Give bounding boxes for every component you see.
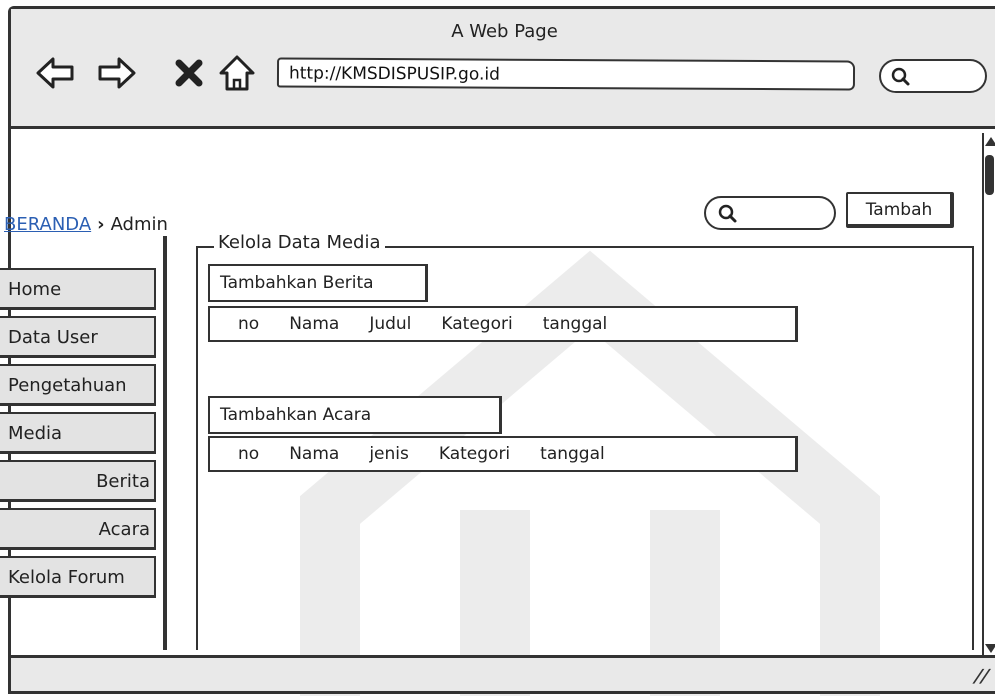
add-acara-button[interactable]: Tambahkan Acara bbox=[208, 396, 502, 434]
scroll-down-icon[interactable] bbox=[985, 644, 995, 653]
page: A Web Page http://KMSDISPUSIP.go.id // B… bbox=[0, 0, 995, 696]
resize-grip-icon[interactable]: // bbox=[971, 666, 992, 687]
panel-title: Kelola Data Media bbox=[214, 232, 385, 253]
window-title: A Web Page bbox=[451, 21, 558, 42]
scroll-up-icon[interactable] bbox=[985, 137, 995, 146]
column-header: Judul bbox=[369, 314, 412, 334]
sidebar-item-media[interactable]: Media bbox=[0, 412, 156, 454]
acara-table-header: no Nama jenis Kategori tanggal bbox=[208, 436, 798, 472]
column-header: Nama bbox=[289, 314, 340, 334]
sidebar: Home Data User Pengetahuan Media Berita … bbox=[0, 268, 168, 604]
search-icon bbox=[718, 204, 737, 223]
sidebar-item-home[interactable]: Home bbox=[0, 268, 156, 310]
browser-search-field[interactable] bbox=[879, 59, 987, 93]
address-bar[interactable]: http://KMSDISPUSIP.go.id bbox=[276, 57, 856, 91]
add-button[interactable]: Tambah bbox=[846, 192, 954, 228]
column-header: no bbox=[238, 314, 260, 334]
search-icon bbox=[891, 67, 910, 86]
browser-titlebar: A Web Page http://KMSDISPUSIP.go.id bbox=[11, 9, 995, 129]
home-icon[interactable] bbox=[217, 53, 257, 93]
close-icon[interactable] bbox=[169, 53, 209, 93]
vertical-scrollbar[interactable] bbox=[982, 133, 995, 657]
column-header: jenis bbox=[369, 444, 409, 464]
search-input[interactable] bbox=[704, 196, 836, 230]
column-header: Kategori bbox=[441, 314, 513, 334]
breadcrumb-current: Admin bbox=[110, 214, 168, 235]
arrow-right-icon[interactable] bbox=[97, 53, 137, 93]
column-header: tanggal bbox=[542, 314, 608, 334]
sidebar-item-pengetahuan[interactable]: Pengetahuan bbox=[0, 364, 156, 406]
berita-table-header: no Nama Judul Kategori tanggal bbox=[208, 306, 798, 342]
sidebar-item-data-user[interactable]: Data User bbox=[0, 316, 156, 358]
sidebar-item-kelola-forum[interactable]: Kelola Forum bbox=[0, 556, 156, 598]
arrow-left-icon[interactable] bbox=[35, 53, 75, 93]
column-header: Nama bbox=[289, 444, 340, 464]
chevron-right-icon: › bbox=[97, 214, 105, 235]
column-header: no bbox=[238, 444, 260, 464]
sidebar-item-berita[interactable]: Berita bbox=[0, 460, 156, 502]
breadcrumb: BERANDA › Admin bbox=[4, 214, 168, 235]
sidebar-item-acara[interactable]: Acara bbox=[0, 508, 156, 550]
add-berita-button[interactable]: Tambahkan Berita bbox=[208, 264, 428, 302]
scroll-thumb[interactable] bbox=[985, 155, 994, 195]
column-header: tanggal bbox=[540, 444, 605, 464]
status-bar: // bbox=[11, 655, 995, 691]
column-header: Kategori bbox=[438, 444, 511, 464]
breadcrumb-home-link[interactable]: BERANDA bbox=[4, 214, 91, 235]
